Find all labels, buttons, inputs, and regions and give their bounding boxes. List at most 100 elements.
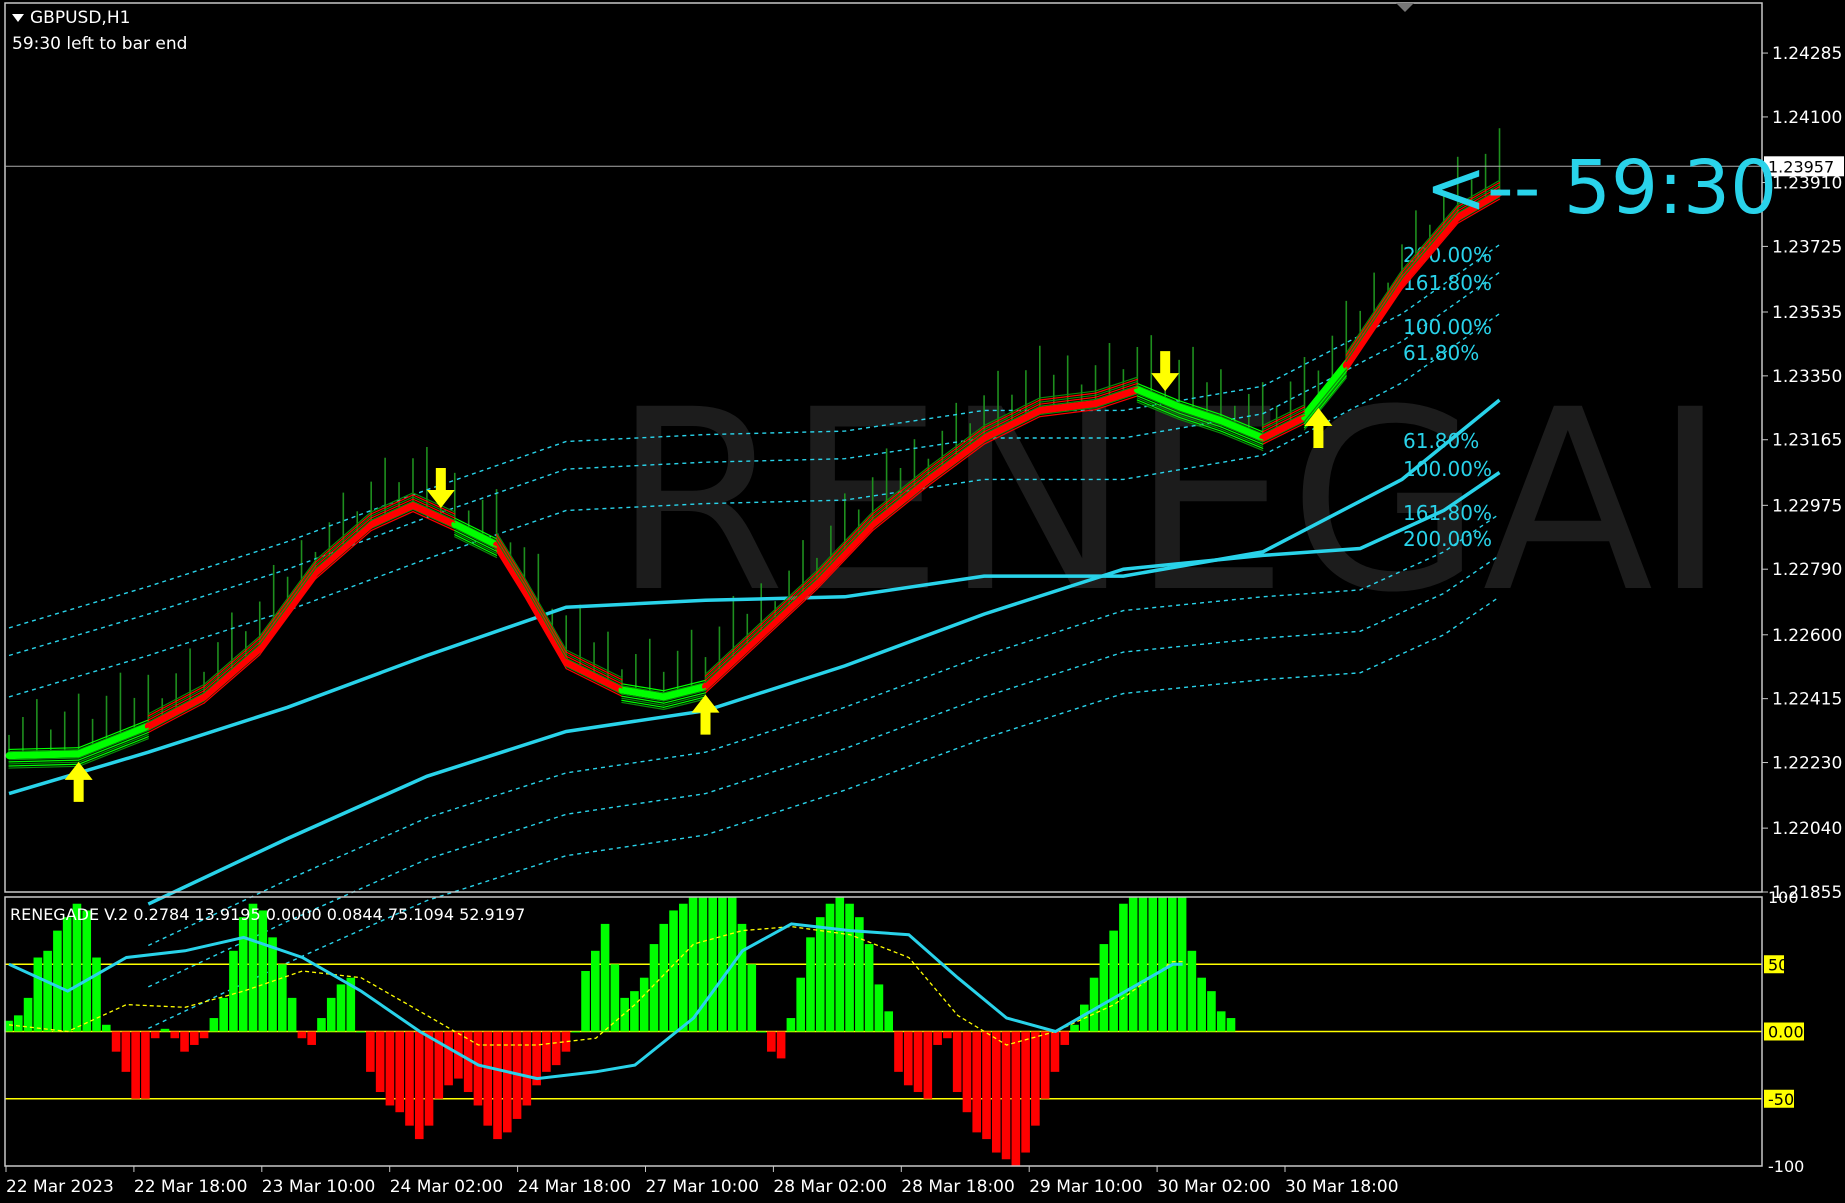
histogram-bar [894, 1031, 903, 1072]
histogram-bar [991, 1031, 1001, 1153]
histogram-bar [1197, 977, 1206, 1032]
time-tick-label: 28 Mar 02:00 [773, 1177, 887, 1197]
histogram-bar [1021, 1031, 1030, 1153]
ribbon-segment [259, 559, 317, 637]
scroll-marker-icon[interactable] [1396, 3, 1414, 12]
histogram-bar [1099, 944, 1109, 1032]
histogram-bar [1158, 897, 1167, 1032]
histogram-bar [199, 1031, 209, 1039]
histogram-bar [82, 910, 92, 1032]
ribbon-segment [78, 727, 149, 757]
price-tick-label: 1.24100 [1772, 108, 1842, 128]
histogram-bar [1001, 1031, 1011, 1160]
price-tick-label: 1.22975 [1772, 496, 1842, 516]
ribbon-segment [523, 578, 567, 653]
histogram-bar [639, 977, 649, 1032]
histogram-bar [297, 1031, 307, 1039]
histogram-bar [160, 1028, 170, 1032]
arrow-shape [64, 761, 93, 802]
histogram-bar [13, 1015, 23, 1032]
histogram-bar [972, 1031, 982, 1133]
price-tick-label: 1.24285 [1772, 44, 1842, 64]
ribbon-segment [8, 747, 80, 751]
histogram-bar [287, 997, 297, 1032]
histogram-bar [737, 923, 747, 1032]
histogram-bar [102, 1024, 111, 1032]
histogram-bar [669, 910, 678, 1032]
time-tick-label: 29 Mar 10:00 [1029, 1177, 1143, 1197]
histogram-bar [933, 1031, 942, 1045]
histogram-bar [1060, 1031, 1070, 1045]
ribbon-segment [8, 763, 80, 767]
price-chart[interactable]: RENEGAI 200.00%161.80%100.00%61.80%61.80… [0, 0, 1845, 1203]
buy-arrow-icon [64, 761, 93, 802]
histogram-bar [414, 1031, 424, 1140]
histogram-bar [229, 950, 238, 1032]
price-tick-label: 1.22790 [1772, 560, 1842, 580]
ribbon-segment [259, 563, 317, 641]
histogram-bar [502, 1031, 512, 1133]
histogram-bar [1148, 897, 1158, 1032]
arrow-shape [691, 694, 720, 735]
histogram-bar [522, 1031, 532, 1106]
histogram-bar [473, 1031, 483, 1106]
histogram-bar [1138, 897, 1148, 1032]
histogram-bar [659, 923, 669, 1032]
histogram-bar [610, 964, 620, 1032]
histogram-bar [708, 897, 717, 1032]
histogram-bar [395, 1031, 404, 1113]
price-tick-label: 1.22600 [1772, 626, 1842, 646]
histogram-bar [591, 950, 600, 1032]
histogram-bar [845, 903, 854, 1032]
osc-tick-label: 100 [1768, 888, 1799, 907]
histogram-bar [131, 1031, 140, 1099]
price-tick-label: 1.23910 [1772, 174, 1842, 194]
band-label: 200.00% [1403, 527, 1492, 551]
histogram-bar [317, 1018, 326, 1032]
histogram-bar [982, 1031, 991, 1140]
histogram-bar [551, 1031, 561, 1066]
histogram-bar [786, 1018, 796, 1032]
histogram-bar [796, 977, 805, 1032]
histogram-bar [33, 957, 43, 1032]
histogram-bar [571, 1031, 581, 1033]
time-tick-label: 30 Mar 02:00 [1157, 1177, 1271, 1197]
time-tick-label: 27 Mar 10:00 [646, 1177, 760, 1197]
ribbon-segment [8, 761, 80, 765]
histogram-bar [238, 917, 248, 1032]
time-tick-label: 23 Mar 10:00 [262, 1177, 376, 1197]
ribbon-segment [75, 722, 152, 758]
histogram-bar [385, 1031, 395, 1106]
histogram-bar [444, 1031, 453, 1086]
histogram-bar [1070, 1024, 1079, 1032]
histogram-bar [1216, 1011, 1226, 1032]
time-tick-label: 22 Mar 2023 [6, 1177, 114, 1197]
price-tick-label: 1.22040 [1772, 819, 1842, 839]
buy-arrow-icon [691, 694, 720, 735]
histogram-bar [43, 950, 52, 1032]
price-tick-label: 1.23165 [1772, 431, 1842, 451]
histogram-bar [630, 991, 639, 1032]
histogram-bar [688, 897, 698, 1032]
histogram-bar [874, 984, 884, 1032]
ribbon-segment [523, 585, 567, 659]
ribbon-segment [8, 759, 80, 763]
ribbon-segment [5, 750, 83, 760]
price-tick-label: 1.22230 [1772, 754, 1842, 774]
time-tick-label: 24 Mar 02:00 [390, 1177, 504, 1197]
histogram-bar [806, 937, 815, 1032]
histogram-bar [92, 957, 101, 1032]
time-tick-label: 22 Mar 18:00 [134, 1177, 248, 1197]
osc-tick-label: 0.00 [1768, 1023, 1804, 1042]
band-label: 161.80% [1403, 501, 1492, 525]
osc-tick-label: -50 [1768, 1090, 1794, 1109]
histogram-bar [1226, 1018, 1236, 1032]
histogram-bar [864, 944, 874, 1032]
histogram-bar [219, 997, 228, 1032]
ribbon-segment [259, 561, 317, 639]
price-tick-label: 1.23535 [1772, 303, 1842, 323]
oscillator-area[interactable] [4, 897, 1762, 1166]
histogram-bar [336, 984, 346, 1032]
histogram-bar [405, 1031, 414, 1126]
ribbon-segment [523, 576, 567, 651]
